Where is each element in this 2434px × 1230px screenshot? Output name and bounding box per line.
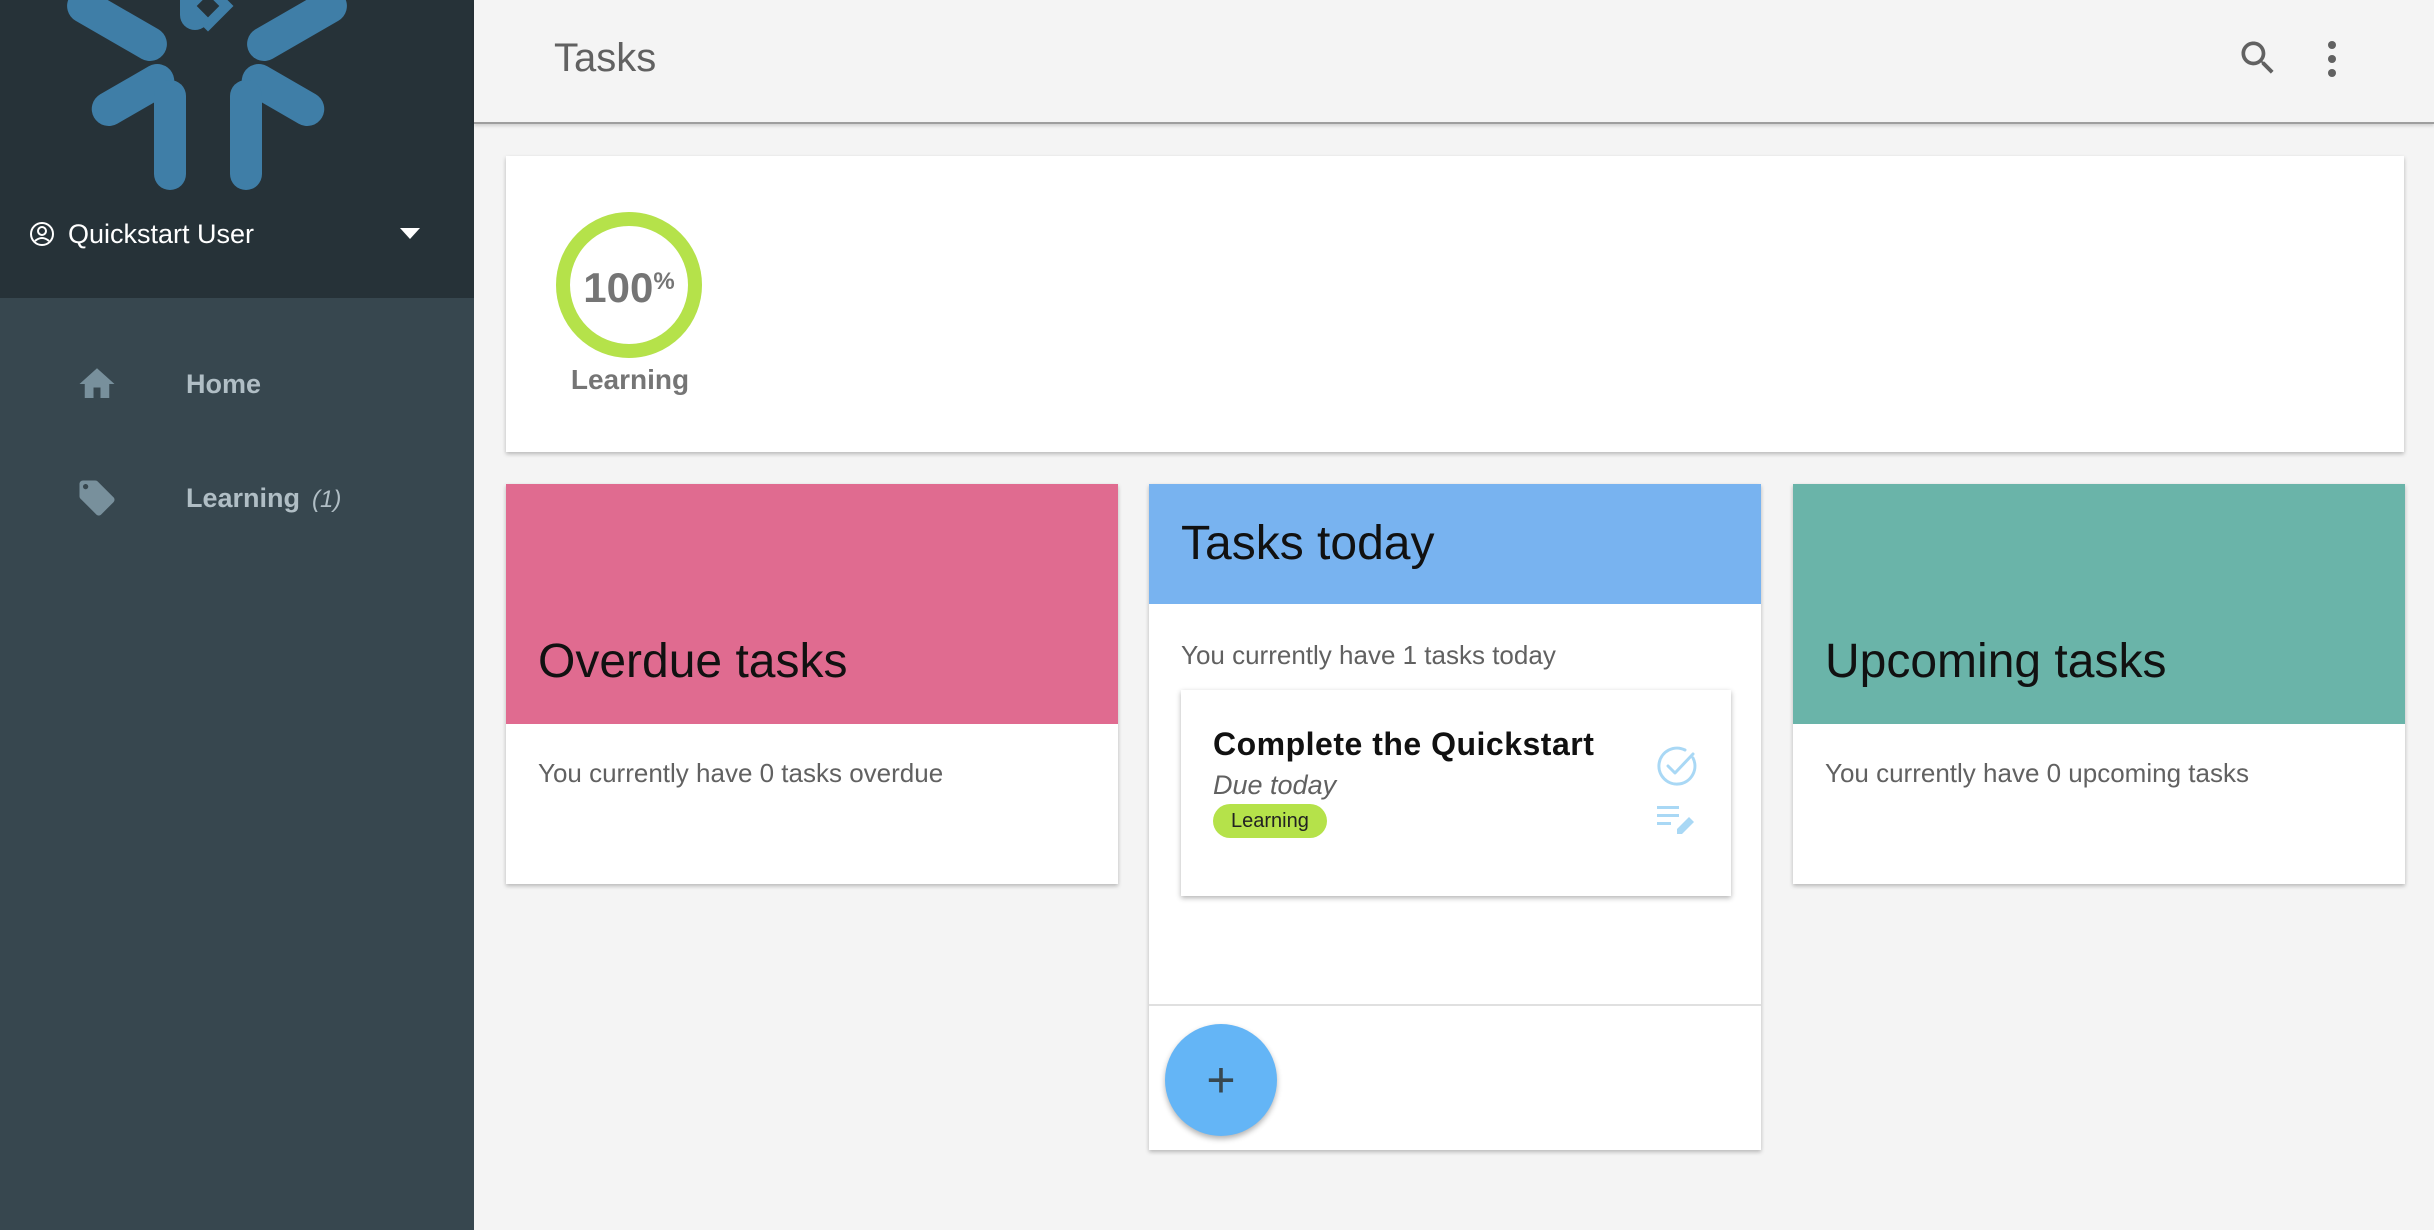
overdue-summary: You currently have 0 tasks overdue: [538, 758, 944, 788]
progress-unit: %: [653, 268, 675, 295]
upcoming-title: Upcoming tasks: [1825, 635, 2167, 688]
sidebar: Quickstart User Home Learning (1): [0, 0, 474, 1230]
sidebar-item-label: Learning: [186, 482, 301, 513]
progress-number: 100: [583, 264, 654, 311]
logo-icon: [67, 0, 347, 190]
task-tag[interactable]: Learning: [1213, 804, 1327, 838]
tag-icon: [79, 480, 115, 516]
account-circle-icon: [30, 222, 54, 246]
app-bar: Tasks: [474, 0, 2434, 124]
sidebar-item-home[interactable]: Home: [0, 344, 474, 424]
add-task-button[interactable]: +: [1165, 1024, 1277, 1136]
check-circle-icon[interactable]: [1655, 744, 1699, 788]
today-title: Tasks today: [1181, 517, 1435, 570]
sidebar-item-learning[interactable]: Learning (1): [0, 458, 474, 538]
task-due: Due today: [1213, 770, 1337, 800]
task-title: Complete the Quickstart: [1213, 726, 1595, 762]
user-menu[interactable]: Quickstart User: [28, 214, 428, 254]
home-icon: [79, 368, 115, 398]
sidebar-item-count: (1): [312, 485, 342, 513]
edit-note-icon[interactable]: [1655, 802, 1697, 840]
sidebar-item-label-wrap: Learning (1): [186, 483, 341, 514]
sidebar-header: Quickstart User: [0, 0, 474, 298]
progress-card: 100% Learning: [506, 156, 2404, 452]
user-name: Quickstart User: [68, 218, 255, 249]
upcoming-header: Upcoming tasks: [1793, 484, 2405, 724]
search-icon[interactable]: [2236, 36, 2280, 80]
divider: [1149, 1004, 1761, 1006]
more-vert-icon[interactable]: [2322, 38, 2342, 82]
today-summary: You currently have 1 tasks today: [1181, 640, 1556, 670]
today-header: Tasks today: [1149, 484, 1761, 604]
progress-label: Learning: [570, 364, 690, 395]
overdue-title: Overdue tasks: [538, 635, 848, 688]
page-title: Tasks: [554, 36, 657, 80]
tasks-today-card: Tasks today You currently have 1 tasks t…: [1149, 484, 1761, 1150]
progress-value: 100%: [554, 264, 704, 312]
sidebar-item-label: Home: [186, 368, 262, 399]
upcoming-summary: You currently have 0 upcoming tasks: [1825, 758, 2249, 788]
upcoming-tasks-card: Upcoming tasks You currently have 0 upco…: [1793, 484, 2405, 884]
chevron-down-icon[interactable]: [400, 228, 420, 239]
overdue-header: Overdue tasks: [506, 484, 1118, 724]
overdue-tasks-card: Overdue tasks You currently have 0 tasks…: [506, 484, 1118, 884]
task-card[interactable]: Complete the Quickstart Due today Learni…: [1181, 690, 1731, 896]
